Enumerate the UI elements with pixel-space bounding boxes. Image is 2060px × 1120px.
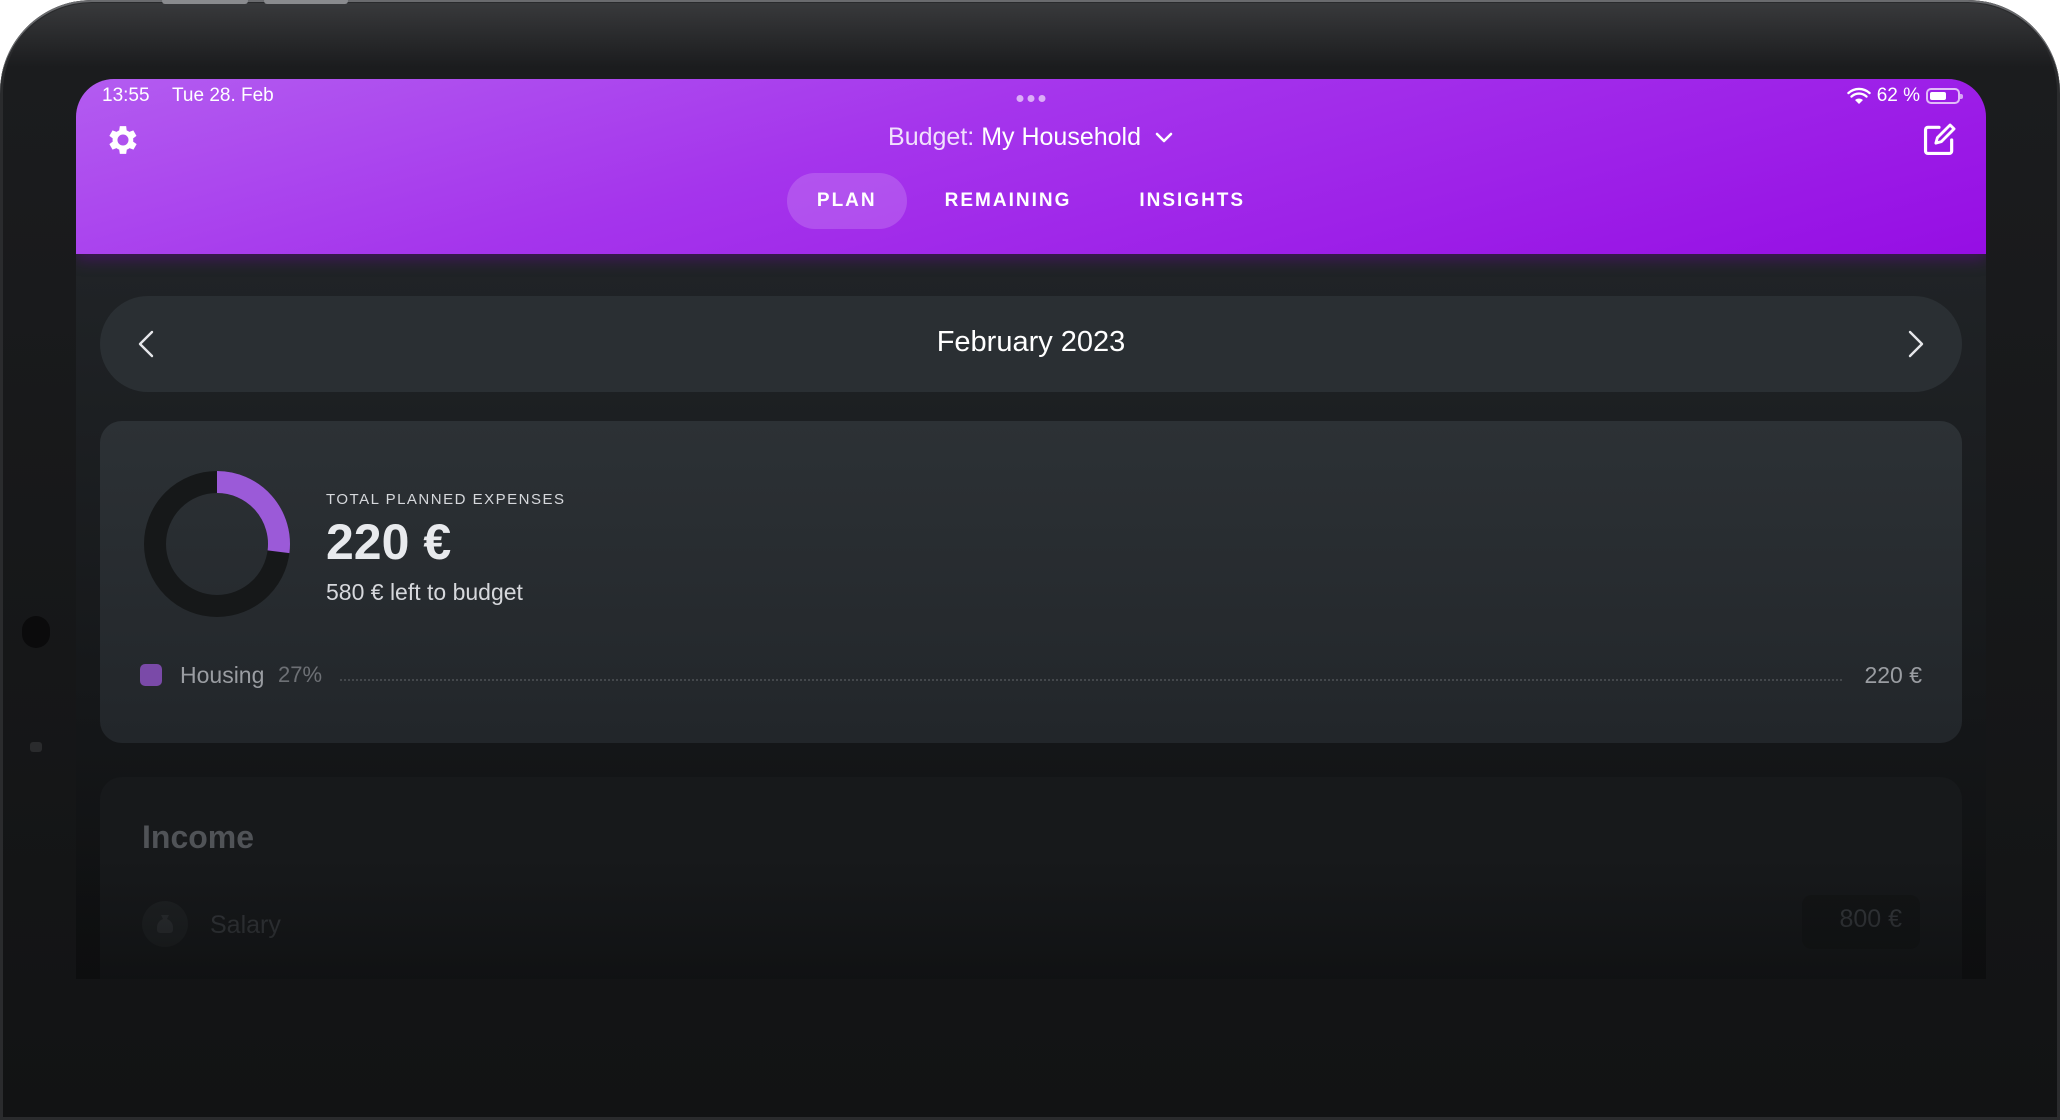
volume-down-button: [264, 0, 348, 4]
expenses-donut-chart: [144, 471, 290, 617]
multitasking-dots[interactable]: [1016, 95, 1046, 102]
budget-label: Budget:: [888, 123, 975, 151]
battery-percent: 62 %: [1876, 85, 1920, 106]
app-header: 13:55 Tue 28. Feb 62 % Budget: My Househ…: [76, 79, 1986, 254]
income-amount: 800 €: [1839, 905, 1902, 933]
volume-up-button: [162, 0, 248, 4]
chevron-right-icon[interactable]: [1894, 324, 1934, 364]
compose-icon[interactable]: [1920, 121, 1958, 159]
month-selector: February 2023: [100, 296, 1962, 392]
status-date: Tue 28. Feb: [172, 85, 274, 106]
status-right: 62 %: [1846, 85, 1963, 107]
category-percent: 27%: [278, 662, 323, 687]
income-title: Income: [142, 819, 255, 855]
side-microphone: [30, 742, 42, 752]
category-amount: 220 €: [1864, 662, 1922, 688]
status-bar: 13:55 Tue 28. Feb 62 %: [102, 85, 1963, 109]
tab-remaining[interactable]: REMAINING: [915, 173, 1102, 229]
money-bag-icon: [142, 901, 188, 947]
battery-icon: [1926, 88, 1963, 104]
status-time: 13:55: [102, 85, 150, 106]
tab-plan[interactable]: PLAN: [786, 173, 907, 229]
chevron-down-icon: [1155, 133, 1173, 143]
budget-name: My Household: [981, 123, 1141, 151]
income-card: Income Salary 800 €: [100, 777, 1962, 979]
ipad-frame: 13:55 Tue 28. Feb 62 % Budget: My Househ…: [0, 0, 2060, 1120]
left-to-budget: 580 € left to budget: [326, 579, 523, 605]
income-name: Salary: [210, 911, 281, 939]
budget-selector[interactable]: Budget: My Household: [76, 123, 1986, 152]
category-row-housing[interactable]: Housing 27% 220 €: [140, 661, 1922, 691]
income-amount-field[interactable]: 800 €: [1802, 895, 1920, 949]
income-row-salary[interactable]: Salary 800 €: [142, 895, 1920, 951]
side-camera: [22, 616, 50, 648]
tab-insights[interactable]: INSIGHTS: [1109, 173, 1275, 229]
total-planned-label: TOTAL PLANNED EXPENSES: [326, 491, 566, 508]
total-planned-value: 220 €: [326, 514, 452, 570]
dotted-leader: [340, 679, 1842, 681]
housing-color-swatch: [140, 664, 162, 686]
wifi-icon: [1846, 87, 1871, 104]
tab-bar: PLAN REMAINING INSIGHTS: [76, 173, 1986, 229]
donut-housing-segment: [216, 471, 290, 554]
month-label: February 2023: [936, 326, 1126, 358]
expenses-summary-card: TOTAL PLANNED EXPENSES 220 € 580 € left …: [100, 421, 1962, 743]
category-name: Housing: [180, 662, 265, 688]
screen: 13:55 Tue 28. Feb 62 % Budget: My Househ…: [76, 79, 1986, 979]
